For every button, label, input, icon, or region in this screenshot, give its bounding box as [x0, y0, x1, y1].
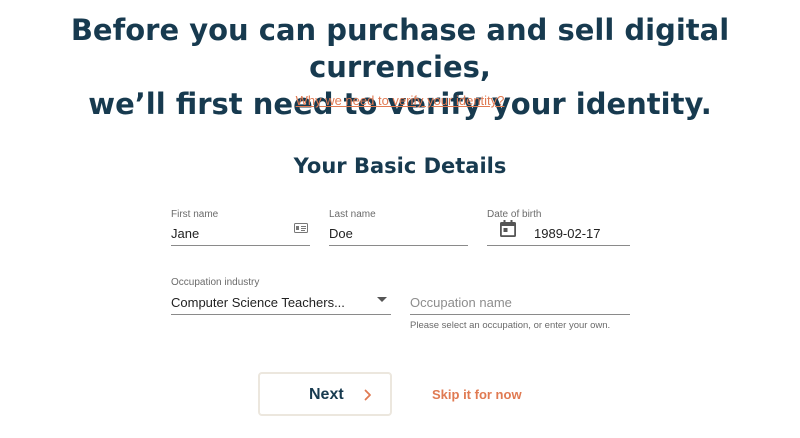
first-name-field[interactable]: First name Jane	[171, 209, 310, 247]
occupation-industry-label: Occupation industry	[171, 277, 260, 288]
id-card-icon	[294, 223, 308, 233]
next-button-label: Next	[309, 386, 344, 403]
section-title: Your Basic Details	[293, 154, 507, 178]
occupation-name-underline	[410, 314, 630, 315]
chevron-right-icon	[364, 389, 371, 401]
next-button[interactable]: Next	[258, 372, 392, 416]
calendar-icon[interactable]	[500, 220, 516, 237]
first-name-label: First name	[171, 209, 219, 220]
first-name-input[interactable]: Jane	[171, 226, 199, 241]
last-name-underline	[329, 245, 468, 246]
date-of-birth-field[interactable]: Date of birth 1989-02-17	[487, 209, 630, 247]
occupation-name-input[interactable]: Occupation name	[410, 295, 512, 310]
occupation-industry-select[interactable]: Occupation industry Computer Science Tea…	[171, 277, 391, 317]
last-name-label: Last name	[329, 209, 376, 220]
last-name-input[interactable]: Doe	[329, 226, 353, 241]
first-name-underline	[171, 245, 310, 246]
date-of-birth-input[interactable]: 1989-02-17	[534, 226, 601, 241]
dropdown-caret-icon[interactable]	[377, 297, 387, 302]
occupation-name-hint: Please select an occupation, or enter yo…	[410, 320, 611, 331]
headline-line-1: Before you can purchase and sell digital…	[70, 13, 730, 84]
skip-link[interactable]: Skip it for now	[432, 387, 522, 402]
date-of-birth-underline	[487, 245, 630, 246]
occupation-name-field[interactable]: Occupation name Please select an occupat…	[410, 277, 630, 333]
last-name-field[interactable]: Last name Doe	[329, 209, 468, 247]
date-of-birth-label: Date of birth	[487, 209, 542, 220]
occupation-industry-value[interactable]: Computer Science Teachers...	[171, 295, 345, 310]
why-verify-link[interactable]: Why we need to verify your identity?	[0, 93, 800, 108]
occupation-industry-underline	[171, 314, 391, 315]
